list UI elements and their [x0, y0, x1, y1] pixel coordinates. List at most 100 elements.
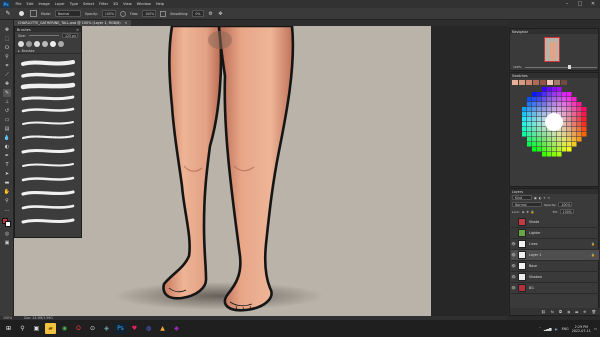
recent-brush-5[interactable]	[50, 41, 56, 47]
dodge-tool-icon[interactable]: ◐	[3, 143, 11, 151]
recent-brush-2[interactable]	[26, 41, 32, 47]
visibility-eye-icon[interactable]: 👁	[511, 275, 516, 279]
eraser-tool-icon[interactable]: ▭	[3, 116, 11, 124]
panel-menu-icon[interactable]: ≡	[76, 28, 79, 32]
visibility-eye-icon[interactable]: 👁	[511, 286, 516, 290]
eyedropper-tool-icon[interactable]: ⟋	[3, 71, 11, 79]
app-icon[interactable]: ♥	[129, 323, 140, 334]
layer-row[interactable]: Shade	[511, 217, 599, 228]
delete-layer-icon[interactable]: 🗑	[591, 310, 596, 314]
clock[interactable]: 2:29 PM 2022-07-11	[572, 325, 591, 333]
more-tools-icon[interactable]: …	[3, 206, 11, 214]
navigator-thumbnail[interactable]	[544, 37, 560, 62]
navigator-zoom-value[interactable]: 100%	[513, 65, 522, 69]
layer-row[interactable]: 👁 Base	[511, 261, 599, 272]
smoothing-field[interactable]: 0%	[192, 10, 205, 17]
volume-icon[interactable]: 🔈	[554, 327, 558, 331]
new-group-icon[interactable]: ▬	[575, 310, 578, 314]
marquee-tool-icon[interactable]: ⬚	[3, 35, 11, 43]
swatch[interactable]	[533, 80, 539, 85]
healing-brush-tool-icon[interactable]: ✚	[3, 80, 11, 88]
background-color-swatch[interactable]	[5, 221, 11, 227]
path-select-tool-icon[interactable]: ➤	[3, 170, 11, 178]
filter-shape-icon[interactable]: ▭	[547, 196, 550, 200]
task-view-icon[interactable]: ▣	[31, 323, 42, 334]
flow-field[interactable]: 100%	[142, 10, 157, 17]
pressure-opacity-icon[interactable]	[119, 10, 126, 17]
filter-adjust-icon[interactable]: ◐	[539, 196, 542, 200]
pen-tool-icon[interactable]: ✒	[3, 152, 11, 160]
menu-select[interactable]: Select	[81, 2, 97, 6]
brush-tool-icon[interactable]: ✎	[3, 89, 11, 97]
swatch[interactable]	[540, 80, 546, 85]
recent-brush-1[interactable]	[18, 41, 24, 47]
symmetry-icon[interactable]: ✥	[218, 11, 224, 17]
file-explorer-icon[interactable]: ▰	[45, 323, 56, 334]
app-icon[interactable]: ◆	[171, 323, 182, 334]
layer-row[interactable]: 👁 Shadow	[511, 272, 599, 283]
layer-opacity-field[interactable]: 100%	[558, 202, 573, 207]
opera-icon[interactable]: O	[73, 323, 84, 334]
airbrush-icon[interactable]	[160, 10, 167, 17]
move-tool-icon[interactable]: ✥	[3, 26, 11, 34]
lasso-tool-icon[interactable]: ⵔ	[3, 44, 11, 52]
layer-row[interactable]: 👁 Lines 🔒	[511, 239, 599, 250]
maximize-button[interactable]: □	[575, 0, 585, 8]
adjustment-layer-icon[interactable]: ◑	[567, 310, 570, 314]
new-layer-icon[interactable]: ⊕	[583, 310, 586, 314]
network-icon[interactable]: ▂▄▆	[544, 327, 552, 331]
swatch[interactable]	[547, 80, 553, 85]
menu-file[interactable]: File	[13, 2, 24, 6]
menu-window[interactable]: Window	[134, 2, 153, 6]
close-tab-icon[interactable]: ✕	[125, 21, 128, 25]
visibility-eye-icon[interactable]: 👁	[511, 242, 516, 246]
blend-mode-select[interactable]: Normal	[512, 202, 542, 207]
filter-type-icon[interactable]: T	[543, 196, 545, 200]
search-icon[interactable]: ⚲	[17, 323, 28, 334]
minimize-button[interactable]: –	[562, 0, 572, 8]
menu-type[interactable]: Type	[67, 2, 80, 6]
quick-select-tool-icon[interactable]: ⚲	[3, 53, 11, 61]
zoom-slider-handle[interactable]	[568, 65, 572, 69]
brush-stroke-list[interactable]	[15, 54, 81, 238]
tray-chevron-icon[interactable]: ˄	[539, 327, 541, 331]
link-layers-icon[interactable]: ⛓	[541, 310, 546, 314]
navigator-zoom-slider[interactable]	[524, 65, 597, 69]
gradient-tool-icon[interactable]: ▤	[3, 125, 11, 133]
clone-stamp-tool-icon[interactable]: ⊥	[3, 98, 11, 106]
swatch[interactable]	[526, 80, 532, 85]
discord-icon[interactable]: ◍	[143, 323, 154, 334]
visibility-eye-icon[interactable]: 👁	[511, 264, 516, 268]
crop-tool-icon[interactable]: ⌗	[3, 62, 11, 70]
layer-style-icon[interactable]: fx	[551, 310, 554, 314]
fill-field[interactable]: 100%	[559, 209, 574, 214]
layer-row-selected[interactable]: 👁 Layer 1 🔒	[511, 250, 599, 261]
visibility-eye-icon[interactable]: 👁	[511, 253, 516, 257]
opacity-field[interactable]: 100%	[101, 10, 116, 17]
canvas-area[interactable]	[14, 26, 508, 316]
brush-size-field[interactable]: 125 px	[62, 33, 78, 38]
close-button[interactable]: ✕	[588, 0, 598, 8]
color-wheel[interactable]	[512, 87, 596, 157]
type-tool-icon[interactable]: T	[3, 161, 11, 169]
brush-preset-picker[interactable]	[16, 10, 26, 18]
menu-edit[interactable]: Edit	[24, 2, 36, 6]
layer-row[interactable]: 👁 BG	[511, 283, 599, 294]
app-icon[interactable]: ◈	[101, 323, 112, 334]
brush-settings-icon[interactable]	[30, 10, 37, 17]
language-indicator[interactable]: ENG	[562, 327, 569, 331]
layer-row[interactable]: Lighter	[511, 228, 599, 239]
lock-position-icon[interactable]: ✥	[526, 210, 529, 214]
swatch[interactable]	[519, 80, 525, 85]
quick-mask-icon[interactable]: ◎	[3, 230, 11, 238]
shape-tool-icon[interactable]: ▬	[3, 179, 11, 187]
menu-view[interactable]: View	[121, 2, 135, 6]
swatch[interactable]	[554, 80, 560, 85]
swatch[interactable]	[512, 80, 518, 85]
layer-filter-select[interactable]: Kind	[512, 195, 532, 200]
menu-filter[interactable]: Filter	[97, 2, 111, 6]
brush-tool-icon[interactable]: ✎	[4, 10, 12, 18]
zoom-tool-icon[interactable]: ⚲	[3, 197, 11, 205]
menu-layer[interactable]: Layer	[52, 2, 67, 6]
recent-brush-3[interactable]	[34, 41, 40, 47]
